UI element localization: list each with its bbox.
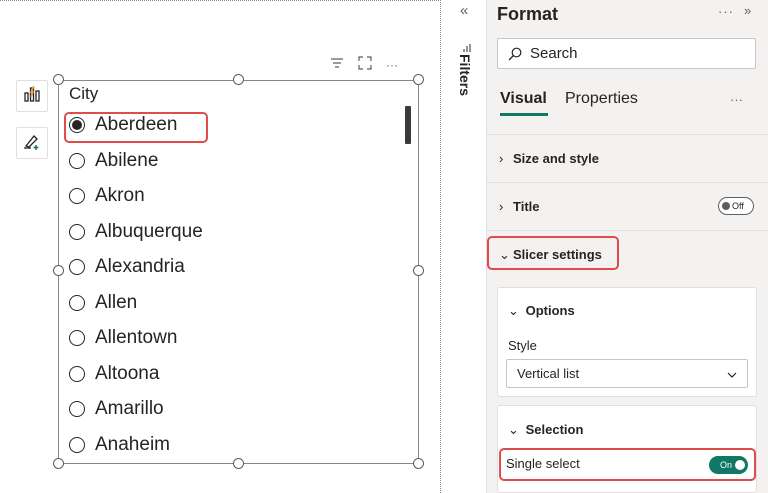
slicer-item-label: Abilene	[95, 149, 159, 171]
highlight-single-select	[499, 448, 756, 481]
pane-more-options-button[interactable]: ···	[718, 4, 734, 19]
build-visual-button[interactable]	[16, 80, 48, 112]
options-label: Options	[525, 303, 575, 318]
resize-handle[interactable]	[233, 458, 244, 469]
search-icon	[508, 47, 522, 61]
options-header[interactable]: ⌄ Options	[508, 303, 575, 319]
resize-handle[interactable]	[413, 458, 424, 469]
slicer-item[interactable]: Alexandria	[69, 252, 185, 282]
slicer-item[interactable]: Allen	[69, 288, 137, 318]
section-label: Size and style	[513, 151, 599, 166]
style-dropdown-value: Vertical list	[517, 366, 580, 381]
radio-icon[interactable]	[69, 188, 85, 204]
toggle-knob	[722, 202, 730, 210]
filter-icon[interactable]	[330, 56, 344, 74]
slicer-item[interactable]: Albuquerque	[69, 217, 203, 247]
title-toggle[interactable]: Off	[718, 197, 754, 215]
slicer-item-label: Allen	[95, 291, 138, 313]
radio-icon[interactable]	[69, 330, 85, 346]
chevron-right-icon: ›	[499, 199, 504, 214]
radio-icon[interactable]	[69, 294, 85, 311]
style-dropdown[interactable]: Vertical list	[506, 359, 748, 388]
slicer-item[interactable]: Anaheim	[69, 430, 170, 460]
slicer-item-label: Allentown	[95, 327, 178, 348]
style-label: Style	[508, 338, 537, 353]
canvas-border	[440, 0, 441, 493]
tab-properties[interactable]: Properties	[565, 90, 638, 108]
toggle-state: Off	[732, 201, 744, 211]
slicer-item-label: Altoona	[95, 362, 160, 384]
format-visual-button[interactable]	[16, 127, 48, 159]
options-card: ⌄ Options Style Vertical list	[497, 287, 757, 397]
resize-handle[interactable]	[413, 265, 424, 276]
radio-icon[interactable]	[69, 152, 85, 169]
slicer-item[interactable]: Akron	[69, 181, 145, 211]
build-visual-icon	[22, 84, 42, 109]
highlight-slicer-settings	[487, 236, 619, 270]
radio-icon[interactable]	[69, 365, 85, 382]
slicer-item[interactable]: Allentown	[69, 323, 177, 353]
filters-label[interactable]: Filters	[457, 54, 473, 96]
radio-icon[interactable]	[69, 259, 85, 275]
slicer-item-label: Akron	[95, 185, 145, 206]
resize-handle[interactable]	[233, 74, 244, 85]
resize-handle[interactable]	[413, 74, 424, 85]
chevron-down-icon: ⌄	[508, 303, 519, 318]
radio-icon[interactable]	[69, 401, 85, 417]
chevron-down-icon	[727, 366, 737, 381]
resize-handle[interactable]	[53, 74, 64, 85]
canvas-border	[0, 0, 441, 1]
format-visual-icon	[22, 131, 42, 156]
chevron-down-icon: ⌄	[508, 422, 519, 437]
slicer-item-label: Amarillo	[95, 398, 164, 419]
slicer-item[interactable]: Abilene	[69, 146, 158, 176]
search-input[interactable]: Search	[497, 38, 756, 69]
selection-header[interactable]: ⌄ Selection	[508, 422, 583, 438]
section-size-and-style[interactable]: › Size and style	[487, 134, 768, 182]
focus-mode-icon[interactable]	[358, 55, 372, 75]
tab-visual-underline	[500, 113, 548, 116]
resize-handle[interactable]	[53, 265, 64, 276]
radio-icon[interactable]	[69, 436, 85, 453]
radio-icon[interactable]	[69, 223, 85, 240]
slicer-title: City	[69, 84, 99, 103]
collapse-pane-button[interactable]: »	[744, 3, 751, 18]
pane-title: Format	[497, 4, 559, 24]
slicer-item[interactable]: Amarillo	[69, 394, 164, 424]
chevron-right-icon: ›	[499, 151, 504, 166]
search-placeholder: Search	[530, 45, 578, 62]
slicer-scrollbar[interactable]	[405, 106, 411, 144]
selection-label: Selection	[525, 422, 584, 437]
slicer-item[interactable]: Altoona	[69, 359, 159, 389]
tabs-more-button[interactable]: ···	[730, 92, 743, 107]
highlight-selected-item	[64, 112, 208, 143]
resize-handle[interactable]	[53, 458, 64, 469]
tab-visual[interactable]: Visual	[500, 90, 547, 108]
expand-filters-button[interactable]: «	[460, 2, 468, 19]
visual-header: ···	[330, 55, 398, 75]
more-options-icon[interactable]: ···	[386, 58, 398, 72]
section-label: Title	[513, 199, 540, 214]
slicer-item-label: Alexandria	[95, 256, 185, 277]
slicer-item-label: Albuquerque	[95, 220, 203, 242]
slicer-item-label: Anaheim	[95, 433, 170, 455]
